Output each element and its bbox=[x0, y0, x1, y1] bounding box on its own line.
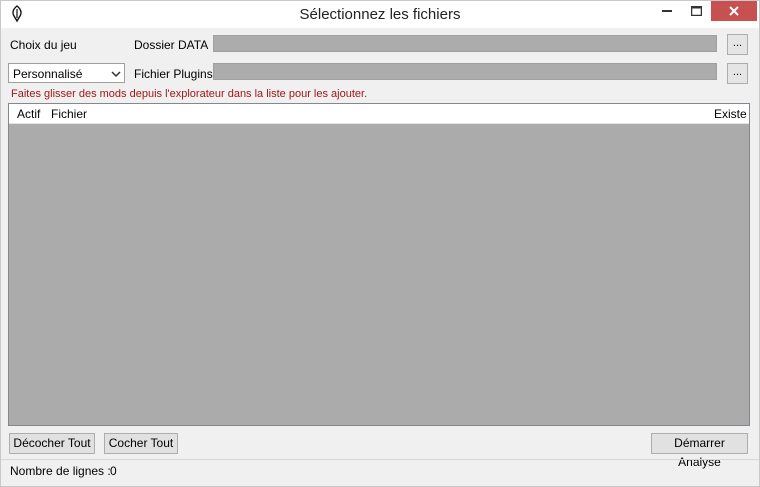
uncheck-all-button[interactable]: Décocher Tout bbox=[9, 433, 95, 454]
plugins-file-label: Fichier Plugins bbox=[134, 67, 213, 81]
status-bar: Nombre de lignes : 0 bbox=[1, 459, 759, 487]
data-folder-field[interactable] bbox=[213, 35, 717, 52]
minimize-icon bbox=[662, 10, 672, 12]
data-folder-label: Dossier DATA bbox=[134, 38, 209, 52]
column-header-file[interactable]: Fichier bbox=[51, 107, 87, 121]
column-header-exists[interactable]: Existe bbox=[714, 107, 747, 121]
title-bar[interactable]: Sélectionnez les fichiers bbox=[1, 1, 759, 28]
browse-data-folder-button[interactable]: ... bbox=[727, 34, 748, 55]
check-all-button[interactable]: Cocher Tout bbox=[104, 433, 178, 454]
game-choice-label: Choix du jeu bbox=[10, 38, 77, 52]
list-header: Actif Fichier Existe bbox=[9, 104, 749, 124]
chevron-down-icon bbox=[111, 71, 121, 78]
plugins-file-field[interactable] bbox=[213, 63, 717, 80]
close-button[interactable] bbox=[711, 1, 757, 21]
maximize-icon bbox=[690, 6, 702, 16]
game-select-value: Personnalisé bbox=[13, 67, 83, 81]
mod-list[interactable]: Actif Fichier Existe bbox=[8, 103, 750, 426]
maximize-button[interactable] bbox=[683, 1, 709, 21]
column-header-active[interactable]: Actif bbox=[17, 107, 40, 121]
browse-plugins-file-button[interactable]: ... bbox=[727, 63, 748, 84]
file-selection-window: Sélectionnez les fichiers Choix du jeu D… bbox=[0, 0, 760, 487]
close-icon bbox=[729, 6, 739, 16]
line-count-label: Nombre de lignes : bbox=[10, 464, 111, 478]
game-select[interactable]: Personnalisé bbox=[8, 63, 125, 83]
drag-drop-hint: Faites glisser des mods depuis l'explora… bbox=[11, 88, 368, 100]
minimize-button[interactable] bbox=[653, 1, 681, 21]
start-analysis-button[interactable]: Démarrer Analyse bbox=[651, 433, 748, 469]
line-count-value: 0 bbox=[110, 464, 117, 478]
window-title: Sélectionnez les fichiers bbox=[299, 6, 461, 23]
